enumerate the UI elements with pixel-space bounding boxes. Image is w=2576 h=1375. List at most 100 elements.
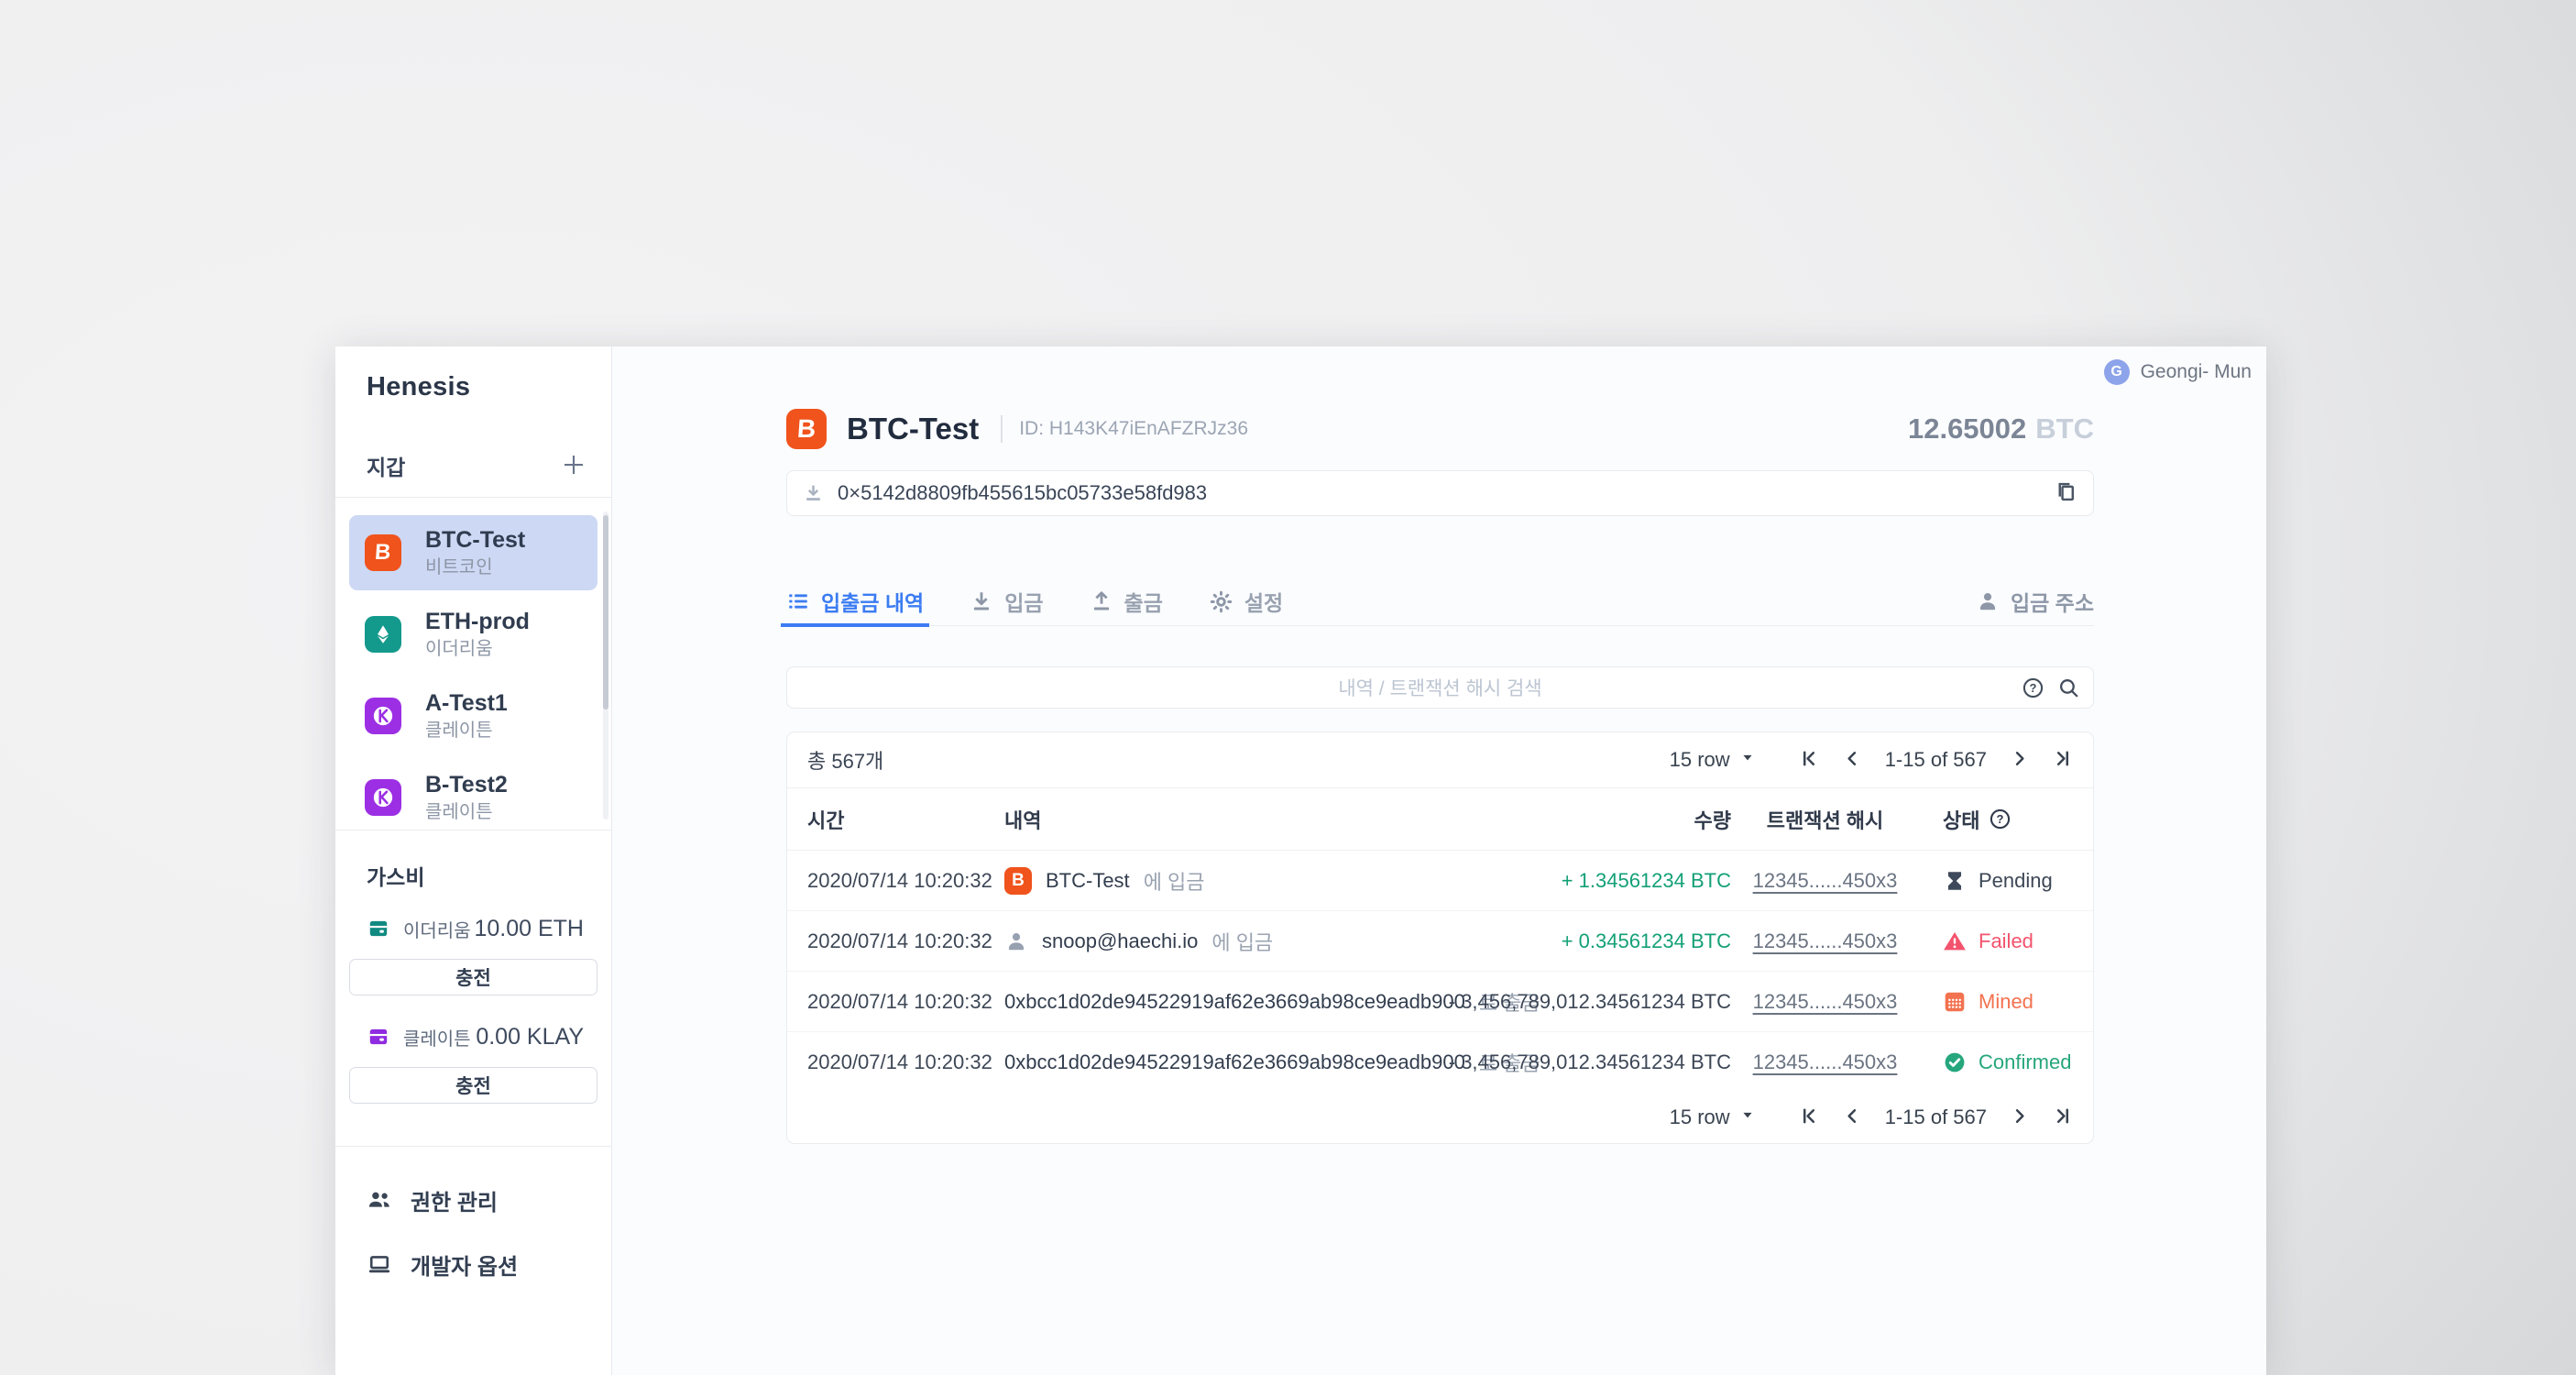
add-wallet-button[interactable] — [560, 451, 587, 481]
row-description: B BTC-Test 에 입금 — [1004, 866, 1429, 896]
row-direction: 에 입금 — [1211, 927, 1273, 956]
row-target: 0xbcc1d02de94522919af62e3669ab98ce9eadb9… — [1004, 990, 1465, 1014]
help-icon[interactable]: ? — [1989, 808, 2011, 830]
chevron-left-icon — [1842, 748, 1863, 772]
last-page-button[interactable] — [2052, 748, 2073, 772]
status-label: Confirmed — [1979, 1050, 2071, 1074]
person-icon — [1004, 930, 1028, 953]
prev-page-button[interactable] — [1842, 748, 1863, 772]
sidebar-wallet-eth-prod[interactable]: ETH-prod 이더리움 — [349, 597, 597, 672]
download-tray-icon — [802, 482, 825, 505]
row-description: 0xbcc1d02de94522919af62e3669ab98ce9eadb9… — [1004, 1048, 1429, 1077]
sidebar-wallet-a-test1[interactable]: A-Test1 클레이튼 — [349, 678, 597, 754]
klay-icon — [365, 698, 401, 734]
next-page-button[interactable] — [2009, 748, 2030, 772]
wallet-network: 이더리움 — [425, 640, 530, 658]
recharge-button[interactable]: 충전 — [349, 959, 597, 996]
wallet-balance: 12.65002BTC — [1908, 412, 2094, 446]
gas-section-title: 가스비 — [367, 860, 580, 891]
last-page-button[interactable] — [2052, 1106, 2073, 1129]
transaction-hash-link[interactable]: 12345......450x3 — [1731, 1050, 1919, 1074]
total-count: 총 567개 — [807, 745, 883, 775]
klay-icon — [365, 779, 401, 816]
gas-balance: 10.00 ETH — [474, 916, 584, 942]
tab-withdraw[interactable]: 출금 — [1090, 578, 1163, 625]
row-amount: - 3,456,789,012.34561234 BTC — [1429, 1050, 1731, 1074]
rows-per-page-value: 15 row — [1670, 1106, 1730, 1129]
sidebar-item-developer-options[interactable]: 개발자 옵션 — [367, 1248, 611, 1280]
search-icon[interactable] — [2057, 676, 2080, 699]
row-time: 2020/07/14 10:20:32 — [807, 990, 1004, 1014]
balance-unit: BTC — [2035, 412, 2094, 445]
tab-transaction-history[interactable]: 입출금 내역 — [786, 578, 924, 625]
sidebar-wallet-b-test2[interactable]: B-Test2 클레이튼 — [349, 760, 597, 830]
table-row: 2020/07/14 10:20:32 0xbcc1d02de94522919a… — [787, 972, 2093, 1032]
table-row: 2020/07/14 10:20:32 B BTC-Test 에 입금 + 1.… — [787, 851, 2093, 911]
status-badge: Confirmed — [1919, 1050, 2073, 1074]
tab-settings[interactable]: 설정 — [1209, 578, 1283, 625]
page-info: 1-15 of 567 — [1885, 748, 1987, 772]
pagination: 15 row 1-15 of 567 — [1670, 1106, 2073, 1129]
column-status-label: 상태 — [1943, 805, 1979, 834]
content-column: B BTC-Test ID: H143K47iEnAFZRJz36 12.650… — [786, 346, 2094, 1375]
copy-address-button[interactable] — [2054, 479, 2078, 507]
user-chip[interactable]: G Geongi- Mun — [2104, 359, 2252, 385]
people-icon — [367, 1187, 392, 1213]
deposit-address-button[interactable]: 입금 주소 — [1976, 586, 2094, 617]
plus-icon — [560, 451, 587, 481]
wallet-name: ETH-prod — [425, 610, 530, 633]
transaction-hash-link[interactable]: 12345......450x3 — [1731, 930, 1919, 953]
wallet-section-header: 지갑 — [367, 447, 587, 484]
column-status: 상태 ? — [1919, 805, 2073, 834]
wallet-network: 클레이튼 — [425, 803, 508, 821]
gas-rows: 이더리움 10.00 ETH 충전 클레이튼 0.00 KLAY 충전 — [335, 915, 611, 1104]
address-bar[interactable]: 0×5142d8809fb455615bc05733e58fd983 — [786, 470, 2094, 516]
rows-per-page-select[interactable]: 15 row — [1670, 1106, 1757, 1129]
wallet-list-scrollbar[interactable] — [603, 515, 608, 710]
transaction-hash-link[interactable]: 12345......450x3 — [1731, 990, 1919, 1014]
svg-text:?: ? — [2030, 681, 2037, 695]
last-page-icon — [2052, 748, 2073, 772]
prev-page-button[interactable] — [1842, 1106, 1863, 1129]
wallet-header: B BTC-Test ID: H143K47iEnAFZRJz36 12.650… — [786, 407, 2094, 451]
search-input[interactable]: 내역 / 트랜잭션 해시 검색 ? — [786, 666, 2094, 709]
row-description: 0xbcc1d02de94522919af62e3669ab98ce9eadb9… — [1004, 987, 1429, 1017]
first-page-button[interactable] — [1799, 748, 1820, 772]
person-icon — [1976, 589, 2000, 613]
wallet-address: 0×5142d8809fb455615bc05733e58fd983 — [838, 481, 1207, 505]
wallet-network: 비트코인 — [425, 558, 525, 577]
status-label: Pending — [1979, 869, 2053, 893]
first-page-icon — [1799, 1106, 1820, 1129]
table-rows: 2020/07/14 10:20:32 B BTC-Test 에 입금 + 1.… — [787, 851, 2093, 1092]
table-toolbar: 총 567개 15 row 1-15 of 567 — [787, 732, 2093, 788]
next-page-button[interactable] — [2009, 1106, 2030, 1129]
wallet-card-icon — [367, 917, 390, 940]
row-amount: + 0.34561234 BTC — [1429, 930, 1731, 953]
chevron-left-icon — [1842, 1106, 1863, 1129]
recharge-button[interactable]: 충전 — [349, 1067, 597, 1104]
main-area: G Geongi- Mun B BTC-Test ID: H143K47iEnA… — [612, 346, 2266, 1375]
tab-deposit[interactable]: 입금 — [970, 578, 1043, 625]
wallet-name: B-Test2 — [425, 774, 508, 797]
row-target: snoop@haechi.io — [1042, 930, 1198, 953]
tab-label: 입출금 내역 — [821, 586, 924, 617]
column-hash: 트랜잭션 해시 — [1731, 805, 1919, 834]
tab-label: 입금 — [1004, 586, 1043, 617]
rows-per-page-value: 15 row — [1670, 748, 1730, 772]
rows-per-page-select[interactable]: 15 row — [1670, 748, 1757, 772]
sidebar: Henesis 지갑 B BTC-Test 비트코인 ETH-prod 이더리움… — [335, 346, 612, 1375]
caret-down-icon — [1738, 748, 1757, 772]
row-time: 2020/07/14 10:20:32 — [807, 1050, 1004, 1074]
help-icon[interactable]: ? — [2022, 676, 2044, 699]
first-page-button[interactable] — [1799, 1106, 1820, 1129]
sidebar-menu: 권한 관리 개발자 옵션 — [335, 1146, 611, 1280]
transaction-hash-link[interactable]: 12345......450x3 — [1731, 869, 1919, 893]
page-info: 1-15 of 567 — [1885, 1106, 1987, 1129]
sidebar-wallet-btc-test[interactable]: B BTC-Test 비트코인 — [349, 515, 597, 590]
download-icon — [970, 589, 993, 613]
divider — [1001, 415, 1003, 443]
wallet-list: B BTC-Test 비트코인 ETH-prod 이더리움 A-Test1 클레… — [335, 498, 611, 830]
avatar: G — [2104, 359, 2130, 385]
column-time: 시간 — [807, 805, 1004, 834]
sidebar-item-permissions[interactable]: 권한 관리 — [367, 1184, 611, 1216]
